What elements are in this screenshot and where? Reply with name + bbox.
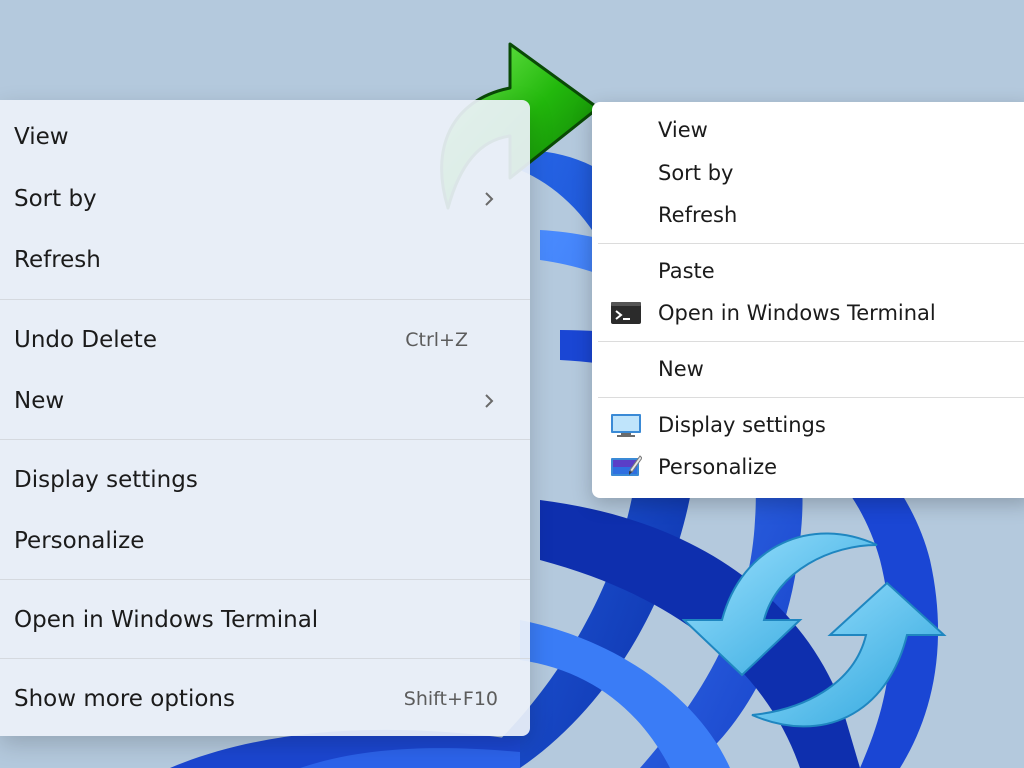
menu-item-label: Undo Delete: [14, 327, 157, 353]
menu-item-show-more-options[interactable]: Show more options Shift+F10: [0, 673, 530, 725]
menu-separator: [598, 397, 1024, 398]
menu-item-display-settings[interactable]: Display settings: [0, 454, 530, 506]
menu-item-label: Open in Windows Terminal: [658, 301, 936, 325]
menu-item-undo-delete[interactable]: Undo Delete Ctrl+Z: [0, 314, 530, 366]
menu-item-label: Show more options: [14, 686, 235, 712]
terminal-icon: [611, 302, 641, 324]
context-menu-classic: View Sort by Refresh Paste Open in Windo…: [592, 102, 1024, 498]
menu-item-label: Sort by: [658, 161, 734, 185]
menu-item-personalize[interactable]: Personalize: [0, 515, 530, 567]
menu-item-sort-by[interactable]: Sort by: [592, 153, 1024, 193]
menu-separator: [0, 299, 530, 300]
menu-item-view[interactable]: View: [592, 110, 1024, 150]
display-settings-icon: [611, 414, 641, 437]
menu-item-shortcut: Shift+F10: [403, 688, 498, 710]
personalize-icon: [611, 455, 642, 476]
menu-item-shortcut: Ctrl+Z: [405, 329, 468, 351]
menu-item-label: Personalize: [658, 455, 778, 479]
menu-item-paste[interactable]: Paste: [592, 251, 1024, 291]
menu-item-personalize[interactable]: Personalize: [592, 447, 1024, 487]
menu-item-label: Refresh: [14, 247, 101, 273]
blue-circular-arrows-icon: [682, 532, 947, 728]
menu-item-label: Display settings: [658, 413, 826, 437]
menu-item-new[interactable]: New: [0, 375, 530, 427]
menu-item-label: Refresh: [658, 203, 738, 227]
menu-item-sort-by[interactable]: Sort by: [0, 173, 530, 225]
menu-item-label: Personalize: [14, 528, 145, 554]
menu-item-label: Open in Windows Terminal: [14, 607, 319, 633]
menu-item-display-settings[interactable]: Display settings: [592, 405, 1024, 445]
menu-item-label: Paste: [658, 259, 715, 283]
menu-separator: [598, 341, 1024, 342]
menu-separator: [598, 243, 1024, 244]
menu-item-label: New: [658, 357, 704, 381]
context-menu-windows11: View Sort by Refresh Undo Delete Ctrl+Z …: [0, 100, 530, 736]
menu-separator: [0, 658, 530, 659]
menu-item-label: View: [14, 124, 69, 150]
menu-separator: [0, 579, 530, 580]
menu-item-open-in-windows-terminal[interactable]: Open in Windows Terminal: [592, 293, 1024, 333]
chevron-right-icon: [485, 394, 494, 408]
menu-item-label: Sort by: [14, 186, 97, 212]
menu-item-label: New: [14, 388, 65, 414]
menu-item-open-in-windows-terminal[interactable]: Open in Windows Terminal: [0, 594, 530, 646]
menu-item-refresh[interactable]: Refresh: [592, 195, 1024, 235]
menu-separator: [0, 439, 530, 440]
menu-item-label: Display settings: [14, 467, 198, 493]
menu-item-new[interactable]: New: [592, 349, 1024, 389]
menu-item-label: View: [658, 118, 708, 142]
menu-item-refresh[interactable]: Refresh: [0, 234, 530, 286]
menu-item-view[interactable]: View: [0, 111, 530, 163]
chevron-right-icon: [485, 192, 494, 206]
